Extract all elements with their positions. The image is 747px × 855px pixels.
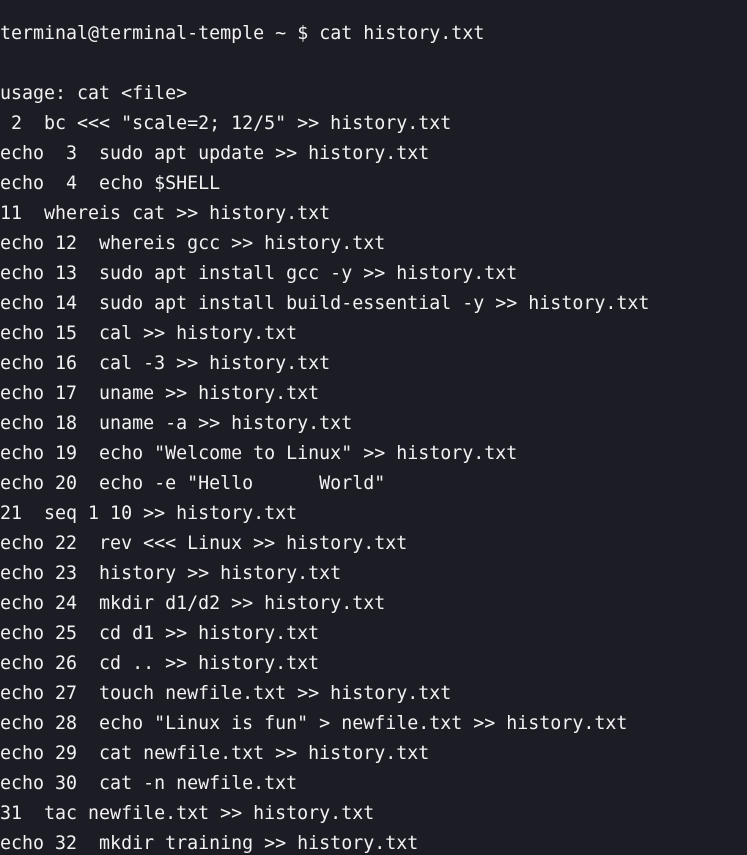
output-line-usage: usage: cat <file> xyxy=(0,83,188,104)
prompt-symbol: $ xyxy=(297,23,309,44)
output-line: echo 30 cat -n newfile.txt xyxy=(0,773,298,794)
prompt-cwd: ~ xyxy=(275,23,287,44)
output-line: echo 26 cd .. >> history.txt xyxy=(0,653,320,674)
output-line: 11 whereis cat >> history.txt xyxy=(0,203,331,224)
prompt-user-host: terminal@terminal-temple xyxy=(0,23,265,44)
output-line: echo 23 history >> history.txt xyxy=(0,563,342,584)
output-line: echo 4 echo $SHELL xyxy=(0,173,221,194)
output-line: echo 27 touch newfile.txt >> history.txt xyxy=(0,683,452,704)
output-line: echo 16 cal -3 >> history.txt xyxy=(0,353,331,374)
output-line: 2 bc <<< "scale=2; 12/5" >> history.txt xyxy=(0,113,452,134)
terminal-window[interactable]: terminal@terminal-temple ~ $ cat history… xyxy=(0,0,747,855)
output-line: echo 28 echo "Linux is fun" > newfile.tx… xyxy=(0,713,628,734)
output-line: echo 17 uname >> history.txt xyxy=(0,383,320,404)
output-line: echo 20 echo -e "Hello World" xyxy=(0,473,386,494)
output-line: echo 12 whereis gcc >> history.txt xyxy=(0,233,386,254)
output-line: echo 29 cat newfile.txt >> history.txt xyxy=(0,743,430,764)
output-line: echo 3 sudo apt update >> history.txt xyxy=(0,143,430,164)
output-line: echo 24 mkdir d1/d2 >> history.txt xyxy=(0,593,386,614)
output-line: echo 22 rev <<< Linux >> history.txt xyxy=(0,533,408,554)
output-line: echo 25 cd d1 >> history.txt xyxy=(0,623,320,644)
output-line: 31 tac newfile.txt >> history.txt xyxy=(0,803,375,824)
prompt-line: terminal@terminal-temple ~ $ cat history… xyxy=(0,19,747,49)
output-line: echo 14 sudo apt install build-essential… xyxy=(0,293,650,314)
output-line: echo 19 echo "Welcome to Linux" >> histo… xyxy=(0,443,518,464)
output-line: echo 32 mkdir training >> history.txt xyxy=(0,833,419,854)
output-line: echo 13 sudo apt install gcc -y >> histo… xyxy=(0,263,518,284)
prompt-command: cat history.txt xyxy=(319,23,485,44)
output-line: 21 seq 1 10 >> history.txt xyxy=(0,503,298,524)
output-line: echo 15 cal >> history.txt xyxy=(0,323,298,344)
output-line: echo 18 uname -a >> history.txt xyxy=(0,413,353,434)
